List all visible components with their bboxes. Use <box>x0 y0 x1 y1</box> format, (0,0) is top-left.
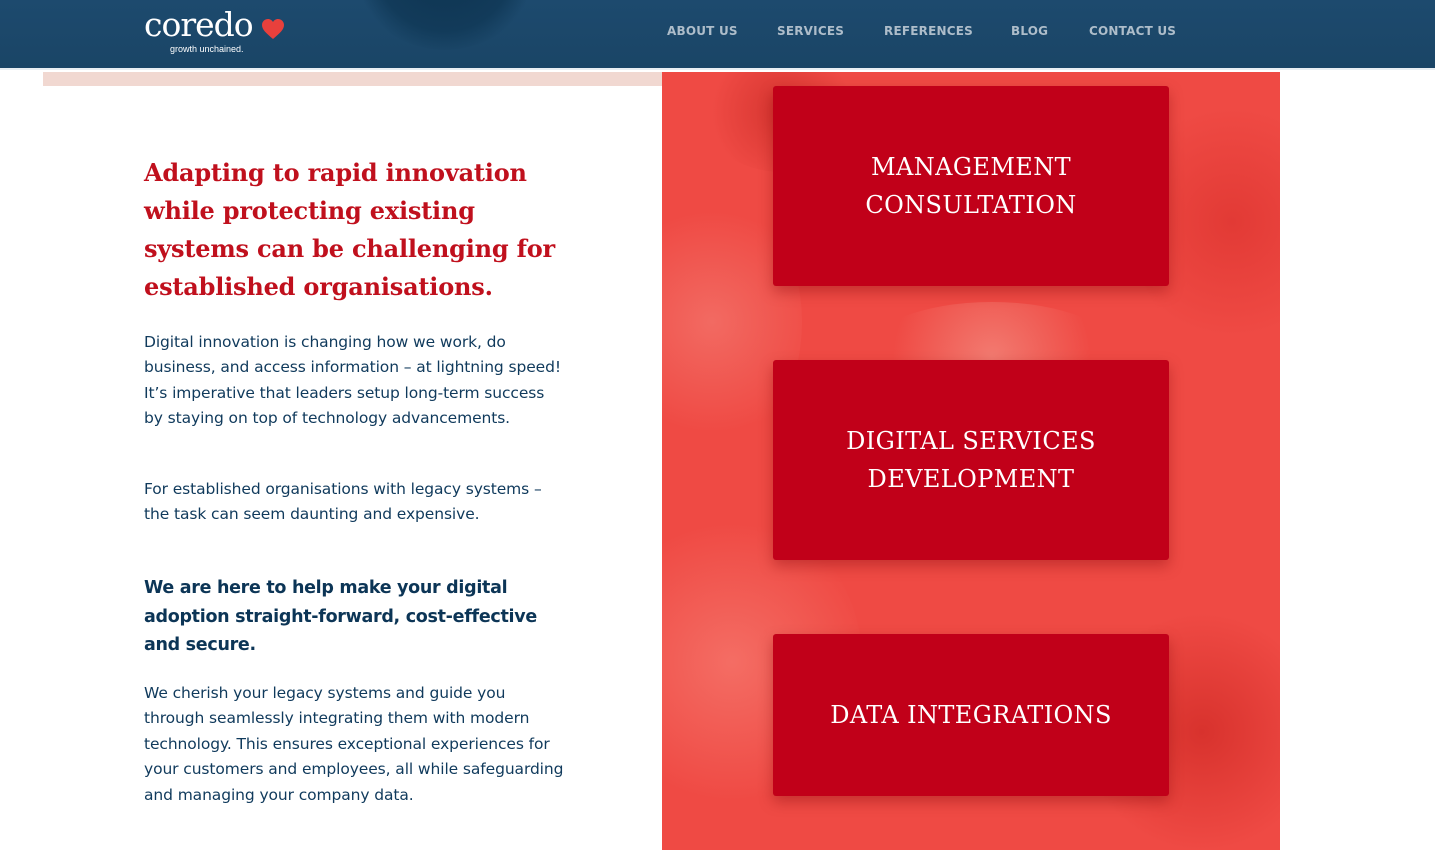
nav-services[interactable]: SERVICES <box>777 24 844 38</box>
closing-paragraph: We cherish your legacy systems and guide… <box>144 684 564 804</box>
legacy-paragraph: For established organisations with legac… <box>144 480 542 524</box>
service-card-label: MANAGEMENT CONSULTATION <box>865 153 1077 219</box>
emphasis-statement: We are here to help make your digital ad… <box>144 578 537 655</box>
service-card-label: DATA INTEGRATIONS <box>830 701 1112 729</box>
logo-tagline: growth unchained. <box>170 44 244 54</box>
header-decoration <box>355 0 535 50</box>
site-header: coredo growth unchained. ABOUT US SERVIC… <box>0 0 1435 70</box>
heart-icon <box>262 19 284 39</box>
logo[interactable]: coredo growth unchained. <box>144 6 294 58</box>
service-card-label: DIGITAL SERVICES DEVELOPMENT <box>846 427 1096 493</box>
intro-heading: Adapting to rapid innovation while prote… <box>144 158 555 301</box>
section-divider-band <box>43 72 663 86</box>
nav-about-us[interactable]: ABOUT US <box>667 24 738 38</box>
nav-references[interactable]: REFERENCES <box>884 24 973 38</box>
intro-paragraph: Digital innovation is changing how we wo… <box>144 333 561 428</box>
services-panel: MANAGEMENT CONSULTATION DIGITAL SERVICES… <box>662 72 1280 850</box>
nav-blog[interactable]: BLOG <box>1011 24 1048 38</box>
service-card-management-consultation[interactable]: MANAGEMENT CONSULTATION <box>773 86 1169 286</box>
nav-contact-us[interactable]: CONTACT US <box>1089 24 1176 38</box>
logo-wordmark: coredo <box>144 5 254 44</box>
service-card-digital-services-development[interactable]: DIGITAL SERVICES DEVELOPMENT <box>773 360 1169 560</box>
service-card-data-integrations[interactable]: DATA INTEGRATIONS <box>773 634 1169 796</box>
